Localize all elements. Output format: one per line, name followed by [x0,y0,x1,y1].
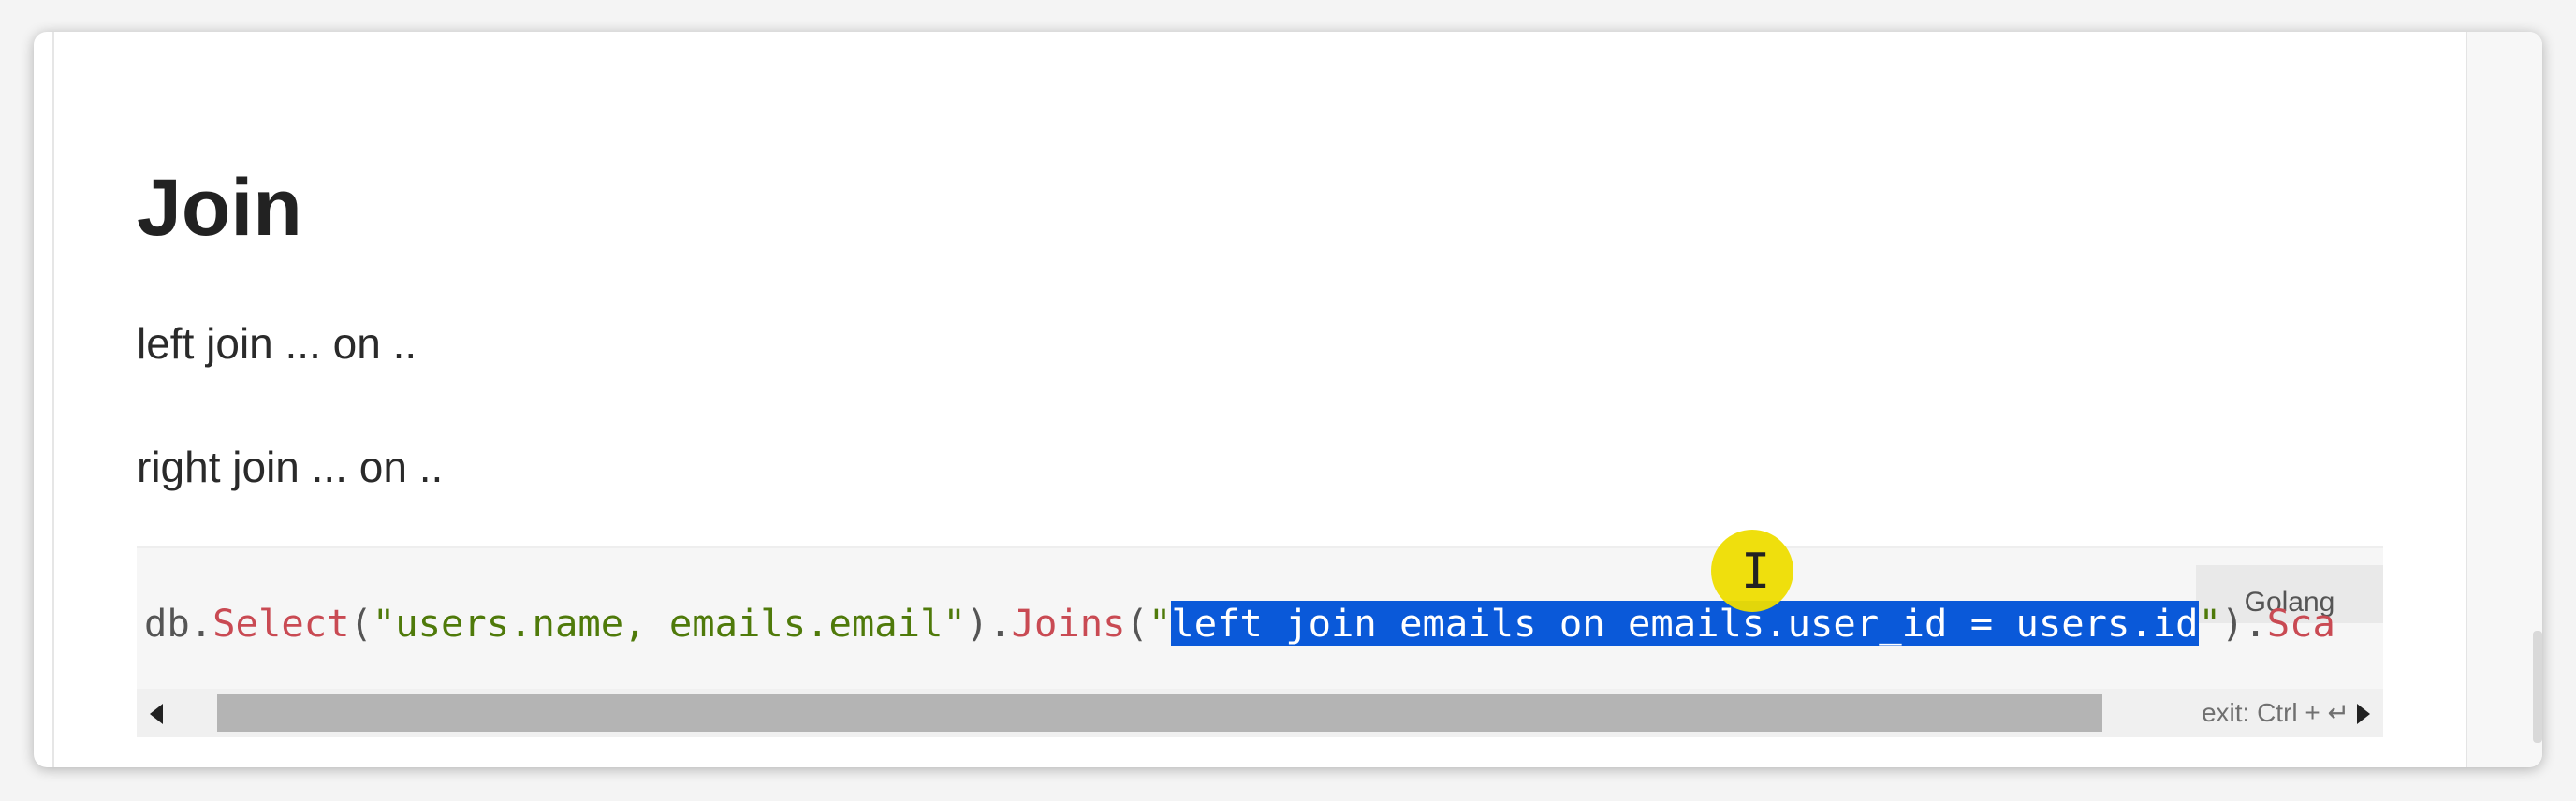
code-token-scan-function: Sca [2266,601,2335,646]
code-scrollbar-thumb[interactable] [217,694,2102,732]
code-token-object: db [144,601,190,646]
page-scrollbar-thumb[interactable] [2533,631,2542,743]
document-window: Join left join ... on .. right join ... … [34,32,2542,767]
paragraph-right-join: right join ... on .. [137,443,444,491]
code-token-paren-dot: ). [965,601,1012,646]
selected-text[interactable]: left join emails on emails.user_id = use… [1171,601,2199,646]
paragraph-left-join: left join ... on .. [137,319,417,368]
code-token-select-function: Select [212,601,350,646]
code-token-joins-function: Joins [1011,601,1126,646]
page-scrollbar[interactable] [2466,32,2542,767]
section-heading: Join [137,163,302,253]
code-token-quote: " [1148,601,1172,646]
code-token-select-string: "users.name, emails.email" [372,601,966,646]
code-horizontal-scrollbar[interactable]: exit: Ctrl + ↵ [137,689,2383,737]
scroll-left-arrow-icon[interactable] [150,704,163,724]
text-cursor-icon: I [1741,544,1771,600]
code-token-quote: " [2198,601,2221,646]
exit-hint: exit: Ctrl + ↵ [2201,698,2349,727]
code-line[interactable]: db.Select("users.name, emails.email").Jo… [144,595,2383,651]
article-content: Join left join ... on .. right join ... … [137,32,2421,767]
code-token-dot: . [189,601,213,646]
code-token-paren: ( [349,601,373,646]
code-token-paren: ( [1125,601,1149,646]
left-border [52,32,54,767]
code-token-paren-dot: ). [2220,601,2267,646]
code-block[interactable]: Golang db.Select("users.name, emails.ema… [137,546,2383,737]
scroll-right-arrow-icon[interactable] [2357,704,2370,724]
